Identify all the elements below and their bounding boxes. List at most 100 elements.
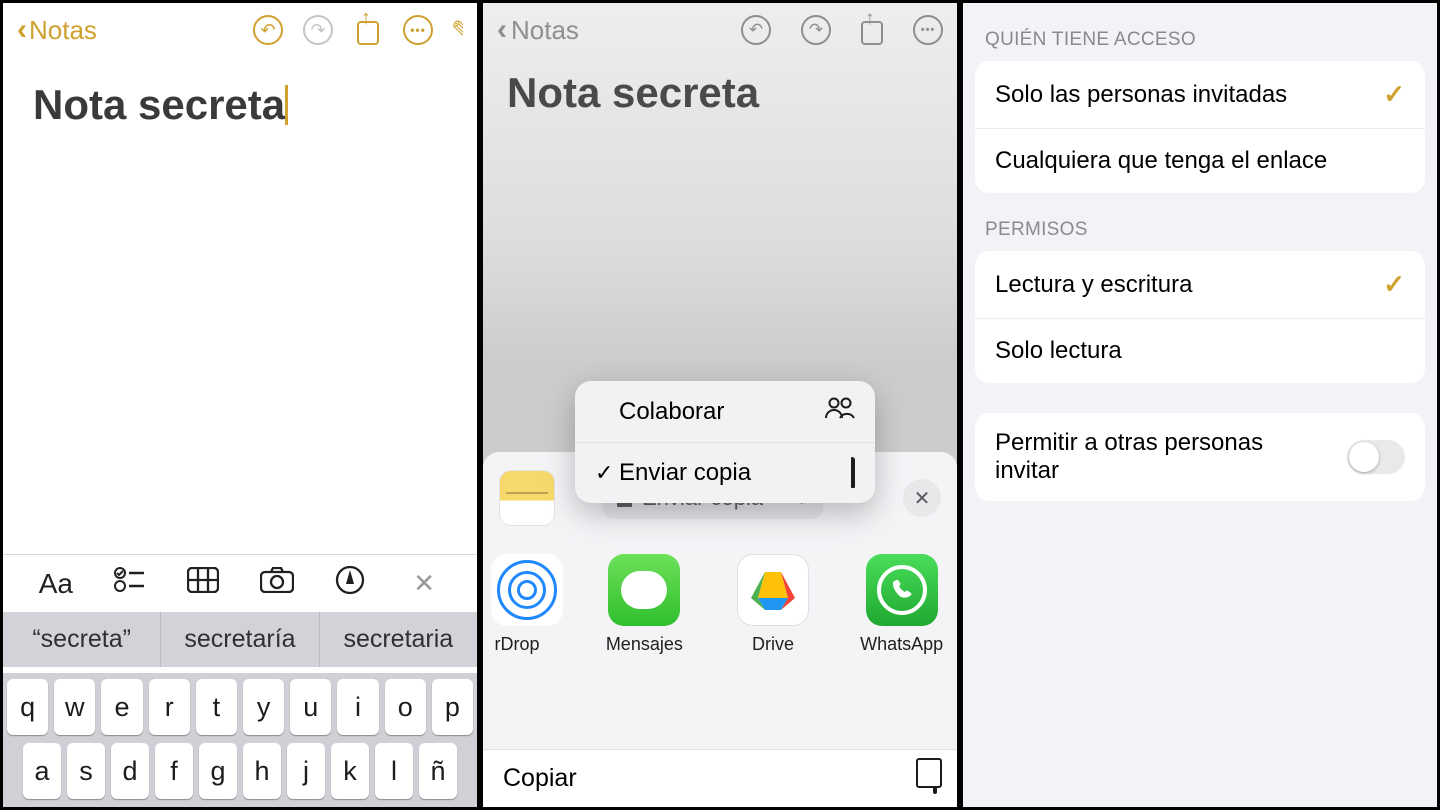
undo-icon: ↶ (741, 15, 771, 45)
people-icon (825, 397, 855, 426)
panel-share-options: Quién tiene acceso Solo las personas inv… (960, 0, 1440, 810)
note-thumbnail-icon (499, 470, 555, 526)
checklist-button[interactable] (109, 567, 149, 600)
key-t[interactable]: t (196, 679, 237, 735)
undo-icon: ↶ (253, 15, 283, 45)
redo-button: ↷ (301, 13, 335, 47)
key-s[interactable]: s (67, 743, 105, 799)
send-copy-label: Enviar copia (619, 459, 851, 487)
allow-invite-label: Permitir a otras personas invitar (995, 429, 1295, 485)
collaborate-option[interactable]: Colaborar (575, 381, 875, 443)
whatsapp-label: WhatsApp (854, 634, 949, 655)
collaborate-label: Colaborar (619, 398, 825, 426)
access-invited-label: Solo las personas invitadas (995, 81, 1287, 109)
chevron-left-icon: ‹ (497, 13, 507, 47)
app-drive[interactable]: Drive (726, 554, 821, 655)
checkmark-icon: ✓ (1383, 269, 1405, 300)
back-label: Notas (511, 15, 579, 46)
note-title[interactable]: Nota secreta (3, 57, 318, 129)
key-l[interactable]: l (375, 743, 413, 799)
note-title-dim: Nota secreta (483, 57, 957, 129)
share-mode-popup: Colaborar ✓ Enviar copia (575, 381, 875, 503)
compose-button-partial[interactable]: ✎ (451, 15, 463, 46)
access-anyone-label: Cualquiera que tenga el enlace (995, 147, 1327, 175)
perm-rw-label: Lectura y escritura (995, 271, 1192, 299)
copy-icon (933, 765, 937, 793)
perm-read-write[interactable]: Lectura y escritura ✓ (975, 251, 1425, 319)
messages-label: Mensajes (597, 634, 692, 655)
drive-label: Drive (726, 634, 821, 655)
airdrop-label: rDrop (480, 634, 563, 655)
undo-button[interactable]: ↶ (251, 13, 285, 47)
key-w[interactable]: w (54, 679, 95, 735)
redo-icon: ↷ (303, 15, 333, 45)
access-section-header: Quién tiene acceso (963, 3, 1437, 61)
panel-share-sheet: ‹ Notas ↶ ↷ ••• Nota secreta Colaborar ✓… (480, 0, 960, 810)
checkmark-icon: ✓ (1383, 79, 1405, 110)
keyboard-row-1: q w e r t y u i o p (7, 679, 473, 735)
access-anyone-link[interactable]: Cualquiera que tenga el enlace (975, 129, 1425, 193)
keyboard-suggestions: “secreta” secretaría secretaria (3, 612, 477, 667)
app-whatsapp[interactable]: WhatsApp (854, 554, 949, 655)
checkmark-icon: ✓ (595, 460, 619, 486)
key-r[interactable]: r (149, 679, 190, 735)
key-i[interactable]: i (337, 679, 378, 735)
markup-button[interactable] (330, 565, 370, 602)
key-a[interactable]: a (23, 743, 61, 799)
panel-note-editor: ‹ Notas ↶ ↷ ••• ✎ Nota secreta Aa ✕ “sec… (0, 0, 480, 810)
text-cursor (285, 85, 288, 125)
copy-action[interactable]: Copiar (483, 749, 957, 807)
back-label: Notas (29, 15, 97, 46)
text-style-button[interactable]: Aa (36, 568, 76, 600)
ellipsis-icon: ••• (913, 15, 943, 45)
allow-others-invite-row: Permitir a otras personas invitar (975, 413, 1425, 501)
share-sheet: Enviar copia ⌃⌄ ✕ rDrop Mensajes Drive (483, 452, 957, 807)
key-h[interactable]: h (243, 743, 281, 799)
perm-ro-label: Solo lectura (995, 337, 1122, 365)
airdrop-icon (491, 554, 563, 626)
allow-invite-toggle[interactable] (1347, 440, 1405, 474)
key-p[interactable]: p (432, 679, 473, 735)
keyboard: q w e r t y u i o p a s d f g h j k l ñ (3, 673, 477, 807)
permissions-group: Lectura y escritura ✓ Solo lectura (975, 251, 1425, 383)
access-invited-only[interactable]: Solo las personas invitadas ✓ (975, 61, 1425, 129)
key-y[interactable]: y (243, 679, 284, 735)
redo-icon: ↷ (801, 15, 831, 45)
key-q[interactable]: q (7, 679, 48, 735)
note-title-text: Nota secreta (33, 81, 285, 128)
app-messages[interactable]: Mensajes (597, 554, 692, 655)
key-u[interactable]: u (290, 679, 331, 735)
suggestion-1[interactable]: “secreta” (3, 612, 161, 667)
toggle-knob (1349, 442, 1379, 472)
back-button[interactable]: ‹ Notas (17, 13, 97, 47)
format-toolbar: Aa ✕ (3, 554, 477, 612)
document-icon (851, 459, 855, 487)
perm-read-only[interactable]: Solo lectura (975, 319, 1425, 383)
drive-icon (737, 554, 809, 626)
close-keyboard-button[interactable]: ✕ (404, 568, 444, 599)
send-copy-option[interactable]: ✓ Enviar copia (575, 443, 875, 503)
more-button[interactable]: ••• (401, 13, 435, 47)
camera-button[interactable] (257, 567, 297, 600)
key-e[interactable]: e (101, 679, 142, 735)
key-j[interactable]: j (287, 743, 325, 799)
key-g[interactable]: g (199, 743, 237, 799)
key-o[interactable]: o (385, 679, 426, 735)
key-k[interactable]: k (331, 743, 369, 799)
access-group: Solo las personas invitadas ✓ Cualquiera… (975, 61, 1425, 193)
suggestion-3[interactable]: secretaria (320, 612, 477, 667)
close-sheet-button[interactable]: ✕ (903, 479, 941, 517)
back-button-dim: ‹ Notas (497, 13, 579, 47)
keyboard-row-2: a s d f g h j k l ñ (7, 743, 473, 799)
messages-icon (608, 554, 680, 626)
permissions-section-header: Permisos (963, 193, 1437, 251)
key-enie[interactable]: ñ (419, 743, 457, 799)
key-f[interactable]: f (155, 743, 193, 799)
key-d[interactable]: d (111, 743, 149, 799)
table-button[interactable] (183, 567, 223, 600)
nav-bar-dimmed: ‹ Notas ↶ ↷ ••• (483, 3, 957, 57)
share-apps-row: rDrop Mensajes Drive WhatsApp (483, 536, 957, 673)
suggestion-2[interactable]: secretaría (161, 612, 319, 667)
share-button[interactable] (351, 13, 385, 47)
app-airdrop[interactable]: rDrop (491, 554, 563, 655)
